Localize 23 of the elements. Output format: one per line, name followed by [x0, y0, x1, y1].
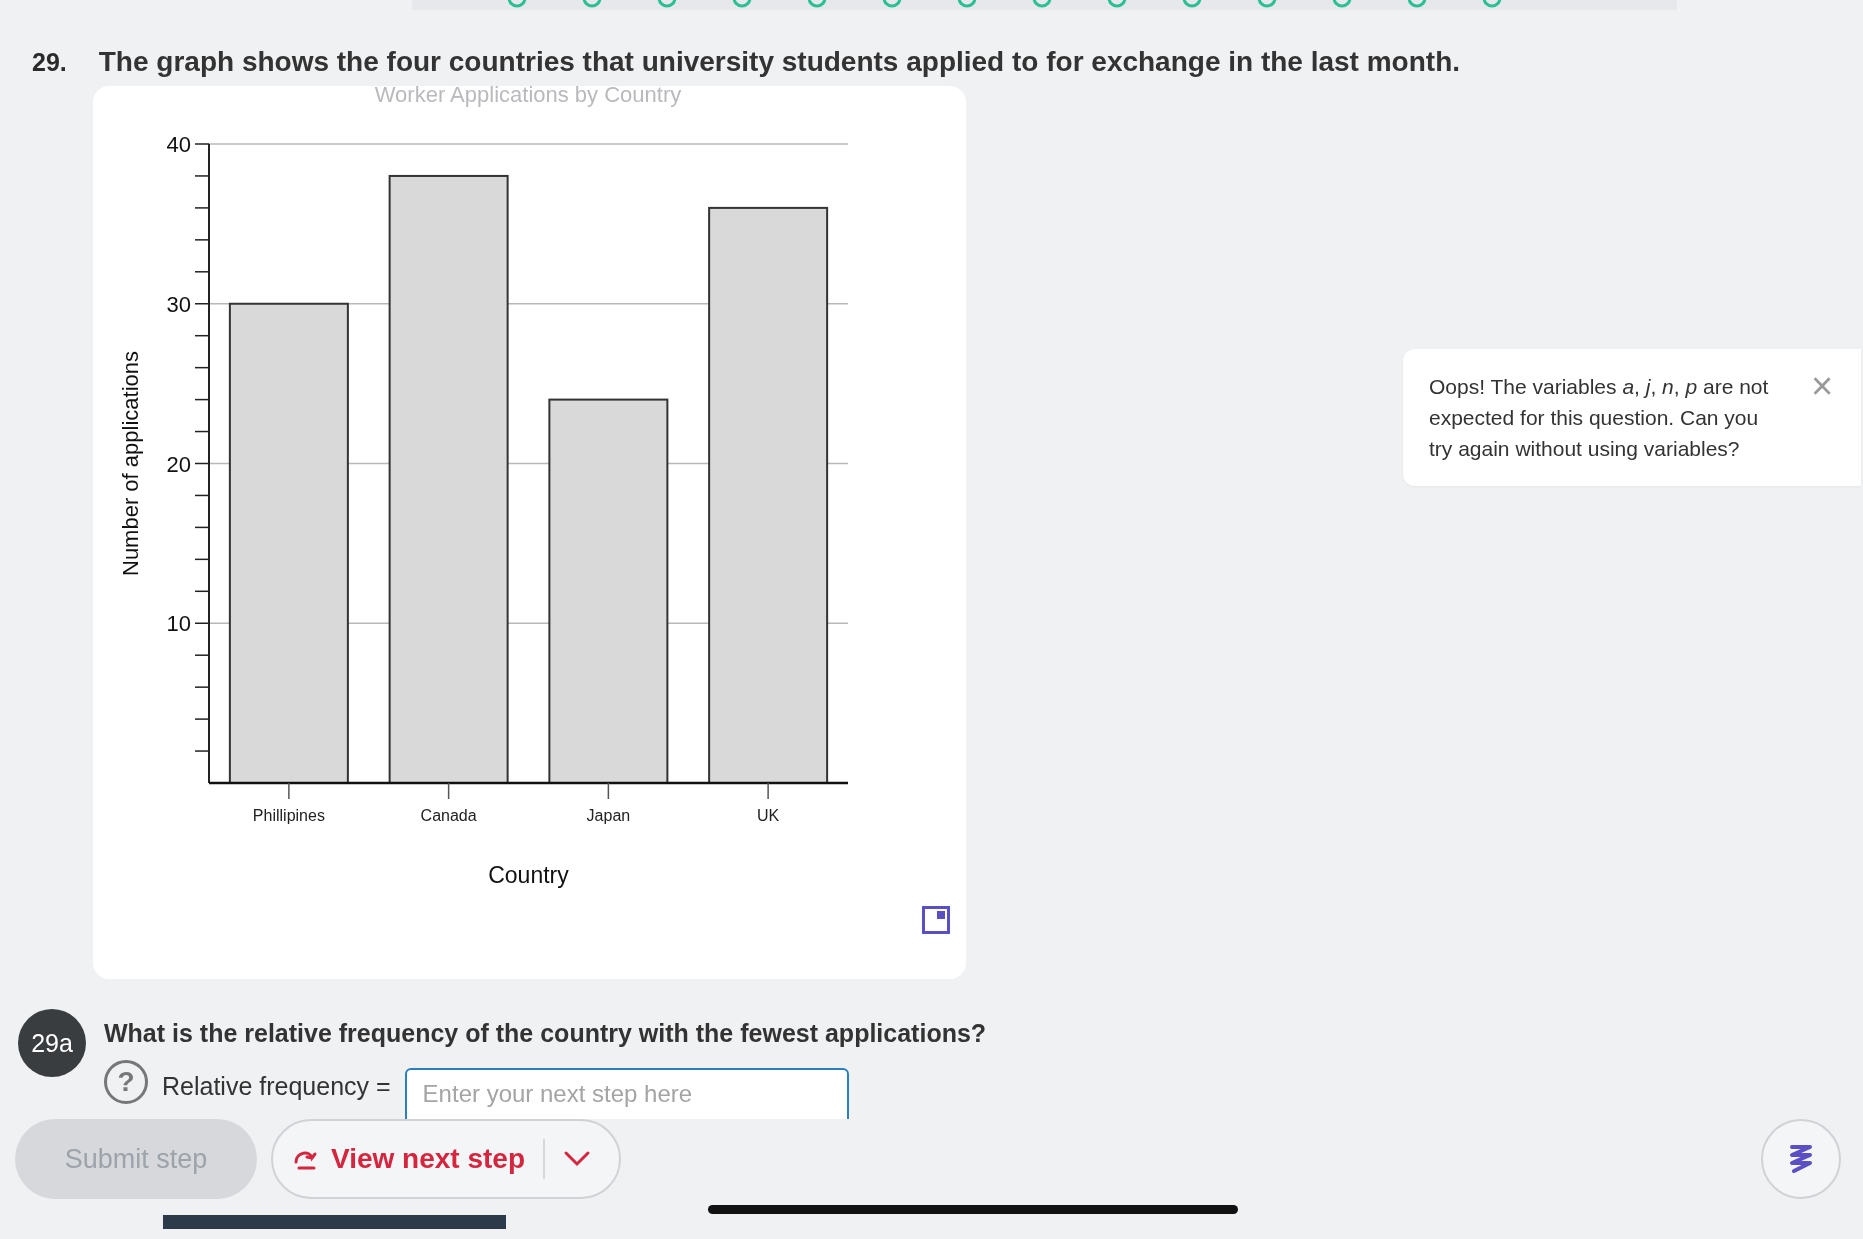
y-axis-title: Number of applications: [118, 351, 143, 576]
y-tick-label: 40: [166, 132, 191, 157]
close-button[interactable]: ×: [1805, 371, 1840, 401]
hint-message: Oops! The variables a, j, n, p are not expected for this question. Can you try again without using variables?: [1429, 374, 1770, 462]
x-tick-label: Phillipines: [252, 807, 325, 824]
question-text: The graph shows the four countries that university students applied to for exchange in the last month.: [98, 46, 1461, 78]
part-badge: 29a: [18, 1009, 86, 1077]
x-tick-label: Japan: [586, 807, 631, 824]
answer-label: Relative frequency =: [162, 1071, 391, 1101]
chevron-down-icon[interactable]: [563, 1150, 591, 1168]
view-next-step-button[interactable]: View next step: [293, 1143, 525, 1175]
question-number: 29.: [32, 48, 67, 77]
y-tick-label: 30: [166, 291, 191, 317]
y-tick-label: 20: [166, 451, 191, 477]
x-tick-label: Canada: [420, 807, 477, 824]
chart-title: Worker Applications by Country: [374, 86, 682, 107]
x-axis-title: Country: [488, 862, 569, 888]
x-tick-label: UK: [757, 807, 780, 824]
expand-icon[interactable]: [922, 906, 950, 934]
answer-field[interactable]: Enter your next step here: [404, 1068, 849, 1119]
y-tick-label: 10: [166, 611, 191, 637]
help-button[interactable]: ?: [104, 1060, 148, 1104]
part-question: What is the relative frequency of the country with the fewest applications?: [104, 1019, 987, 1048]
